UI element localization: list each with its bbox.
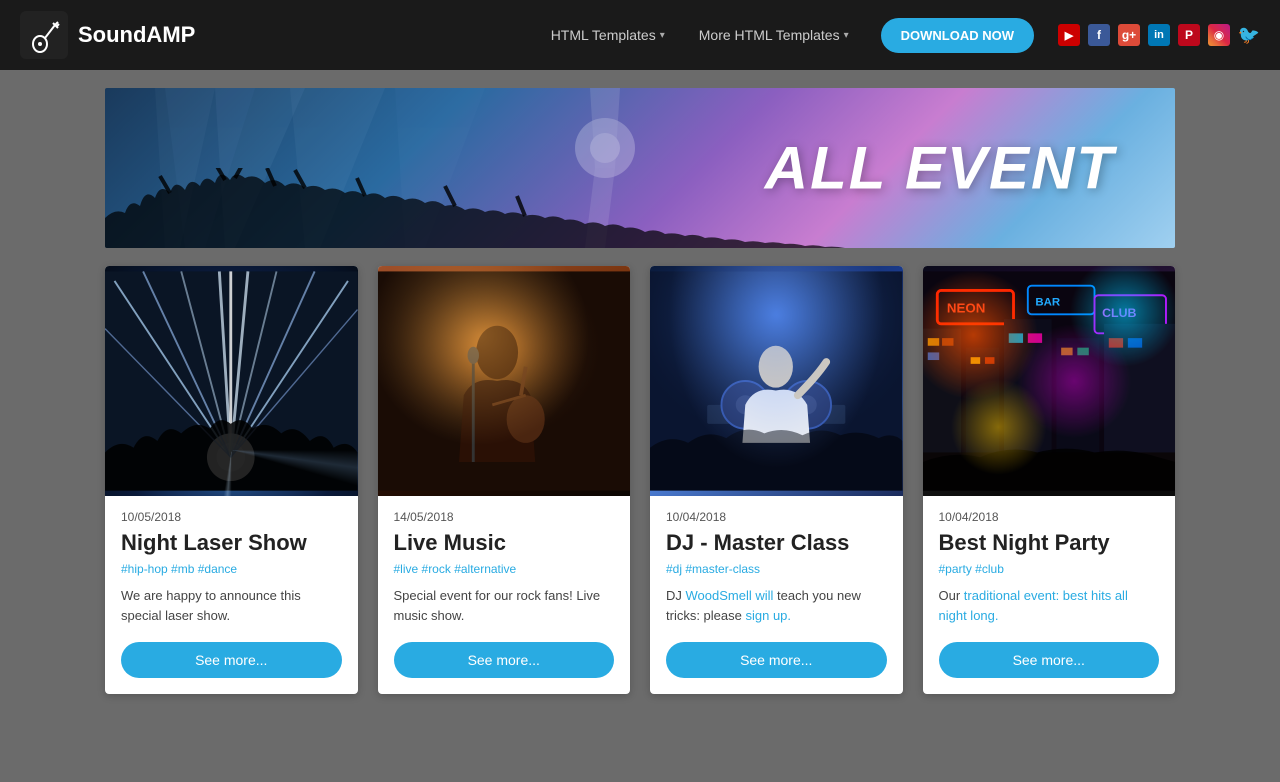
google-icon[interactable]: g+ [1118, 24, 1140, 46]
see-more-button-3[interactable]: See more... [666, 642, 887, 678]
navbar: SoundAMP HTML Templates ▾ More HTML Temp… [0, 0, 1280, 70]
card-tags-2: #live #rock #alternative [394, 562, 615, 576]
card-desc-1: We are happy to announce this special la… [121, 586, 342, 626]
card-body-3: 10/04/2018 DJ - Master Class #dj #master… [650, 496, 903, 694]
card-tags-1: #hip-hop #mb #dance [121, 562, 342, 576]
event-card-1: 10/05/2018 Night Laser Show #hip-hop #mb… [105, 266, 358, 694]
card-body-1: 10/05/2018 Night Laser Show #hip-hop #mb… [105, 496, 358, 694]
card-body-2: 14/05/2018 Live Music #live #rock #alter… [378, 496, 631, 694]
youtube-icon[interactable]: ▶ [1058, 24, 1080, 46]
dj-graphic [650, 266, 903, 496]
pinterest-icon[interactable]: P [1178, 24, 1200, 46]
card-body-4: 10/04/2018 Best Night Party #party #club… [923, 496, 1176, 694]
card-date-1: 10/05/2018 [121, 510, 342, 524]
see-more-button-1[interactable]: See more... [121, 642, 342, 678]
svg-text:BAR: BAR [1035, 297, 1060, 309]
card-desc-2: Special event for our rock fans! Live mu… [394, 586, 615, 626]
chevron-down-icon: ▾ [844, 30, 849, 41]
card-image-party: NEON BAR CLUB [923, 266, 1176, 496]
card-title-4: Best Night Party [939, 530, 1160, 556]
brand-name: SoundAMP [78, 22, 195, 48]
brand-link[interactable]: SoundAMP [20, 11, 195, 59]
card-tags-4: #party #club [939, 562, 1160, 576]
card-image-dj [650, 266, 903, 496]
card-title-2: Live Music [394, 530, 615, 556]
facebook-icon[interactable]: f [1088, 24, 1110, 46]
card-title-3: DJ - Master Class [666, 530, 887, 556]
cards-section: 10/05/2018 Night Laser Show #hip-hop #mb… [105, 266, 1175, 694]
card-tags-3: #dj #master-class [666, 562, 887, 576]
see-more-button-4[interactable]: See more... [939, 642, 1160, 678]
card-image-laser [105, 266, 358, 496]
hero-title: ALL EVENT [765, 134, 1115, 203]
card-title-1: Night Laser Show [121, 530, 342, 556]
twitter-icon[interactable]: 🐦 [1238, 24, 1260, 46]
music-graphic [378, 266, 631, 496]
traditional-link: traditional event: best hits all night l… [939, 588, 1128, 623]
signup-link: sign up. [745, 608, 791, 623]
svg-text:NEON: NEON [946, 300, 985, 315]
event-card-4: NEON BAR CLUB [923, 266, 1176, 694]
brand-logo-icon [20, 11, 68, 59]
dj-link: WoodSmell will [686, 588, 774, 603]
download-button[interactable]: DOWNLOAD NOW [881, 18, 1034, 53]
event-card-2: 14/05/2018 Live Music #live #rock #alter… [378, 266, 631, 694]
svg-text:CLUB: CLUB [1102, 306, 1136, 320]
card-date-2: 14/05/2018 [394, 510, 615, 524]
nav-links: HTML Templates ▾ More HTML Templates ▾ D… [539, 18, 1260, 53]
card-desc-3: DJ WoodSmell will teach you new tricks: … [666, 586, 887, 626]
card-date-3: 10/04/2018 [666, 510, 887, 524]
party-graphic: NEON BAR CLUB [923, 266, 1176, 496]
see-more-button-2[interactable]: See more... [394, 642, 615, 678]
event-card-3: 10/04/2018 DJ - Master Class #dj #master… [650, 266, 903, 694]
hero-banner: ALL EVENT [105, 88, 1175, 248]
card-desc-4: Our traditional event: best hits all nig… [939, 586, 1160, 626]
instagram-icon[interactable]: ◉ [1208, 24, 1230, 46]
chevron-down-icon: ▾ [660, 30, 665, 41]
social-icons: ▶ f g+ in P ◉ 🐦 [1058, 24, 1260, 46]
card-date-4: 10/04/2018 [939, 510, 1160, 524]
html-templates-link[interactable]: HTML Templates ▾ [539, 19, 677, 51]
linkedin-icon[interactable]: in [1148, 24, 1170, 46]
card-image-music [378, 266, 631, 496]
laser-show-graphic [105, 266, 358, 496]
more-html-templates-link[interactable]: More HTML Templates ▾ [687, 19, 861, 51]
